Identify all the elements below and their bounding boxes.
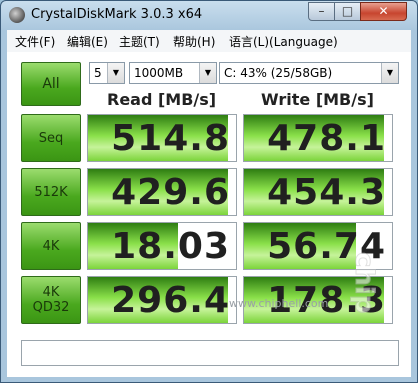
- drive-value: C: 43% (25/58GB): [224, 66, 333, 80]
- result-value: 429.6: [111, 172, 230, 213]
- 4k-qd32-test-button[interactable]: 4K QD32: [21, 276, 81, 324]
- size-value: 1000MB: [134, 66, 184, 80]
- row-label: Seq: [38, 130, 64, 146]
- row-label: 512K: [34, 184, 68, 200]
- chevron-down-icon[interactable]: ▼: [381, 63, 398, 83]
- runs-value: 5: [94, 66, 102, 80]
- drive-select[interactable]: C: 43% (25/58GB) ▼: [219, 62, 399, 84]
- seq-test-button[interactable]: Seq: [21, 114, 81, 162]
- row-label-sub: QD32: [32, 300, 70, 315]
- menu-theme[interactable]: 主题(T): [119, 33, 160, 50]
- app-window: CrystalDiskMark 3.0.3 x64 – □ ✕ 文件(F) 编辑…: [0, 0, 418, 383]
- runs-select[interactable]: 5 ▼: [89, 62, 125, 84]
- chevron-down-icon[interactable]: ▼: [107, 63, 124, 83]
- 512k-test-button[interactable]: 512K: [21, 168, 81, 216]
- write-column-header: Write [MB/s]: [261, 90, 374, 109]
- result-value: 478.1: [267, 118, 386, 159]
- all-button[interactable]: All: [21, 62, 81, 106]
- watermark-logo: chip hell: [349, 252, 380, 314]
- watermark-text: www.chiphell.com: [229, 297, 329, 310]
- result-value: 18.03: [111, 226, 230, 267]
- row-label: 4K: [42, 238, 60, 254]
- minimize-button[interactable]: –: [308, 2, 335, 21]
- 4k-qd32-read-result: 296.4: [87, 276, 237, 324]
- size-select[interactable]: 1000MB ▼: [129, 62, 217, 84]
- svg-text:chip: chip: [349, 252, 379, 313]
- maximize-button[interactable]: □: [334, 2, 361, 21]
- result-value: 454.3: [267, 172, 386, 213]
- menu-language[interactable]: 语言(L)(Language): [229, 33, 338, 50]
- window-title: CrystalDiskMark 3.0.3 x64: [31, 7, 203, 22]
- menu-help[interactable]: 帮助(H): [173, 33, 215, 50]
- disk-icon: [9, 7, 25, 23]
- row-label: 4K: [42, 285, 60, 300]
- titlebar[interactable]: CrystalDiskMark 3.0.3 x64 – □ ✕: [1, 1, 417, 29]
- menu-bar: 文件(F) 编辑(E) 主题(T) 帮助(H) 语言(L)(Language): [7, 30, 411, 52]
- 512k-write-result: 454.3: [243, 168, 393, 216]
- 4k-test-button[interactable]: 4K: [21, 222, 81, 270]
- seq-write-result: 478.1: [243, 114, 393, 162]
- seq-read-result: 514.8: [87, 114, 237, 162]
- read-column-header: Read [MB/s]: [107, 90, 217, 109]
- 512k-read-result: 429.6: [87, 168, 237, 216]
- result-value: 514.8: [111, 118, 230, 159]
- result-value: 296.4: [111, 280, 230, 321]
- menu-file[interactable]: 文件(F): [15, 33, 55, 50]
- close-button[interactable]: ✕: [360, 2, 407, 21]
- chevron-down-icon[interactable]: ▼: [199, 63, 216, 83]
- 4k-read-result: 18.03: [87, 222, 237, 270]
- menu-edit[interactable]: 编辑(E): [67, 33, 108, 50]
